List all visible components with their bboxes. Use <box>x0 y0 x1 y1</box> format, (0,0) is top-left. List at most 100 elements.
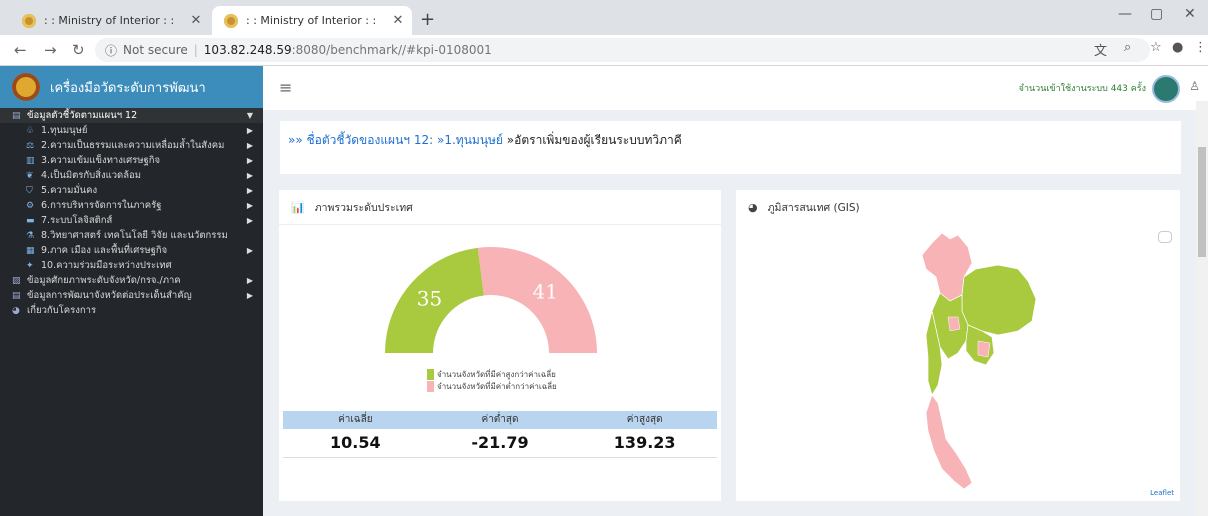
chart-icon: ▨ <box>12 275 21 286</box>
sidebar-item[interactable]: ♧ 1.ทุนมนุษย์ ▶ <box>0 123 263 138</box>
leaflet-attribution[interactable]: Leaflet <box>1150 489 1174 497</box>
minimize-icon[interactable]: — <box>1118 6 1132 22</box>
browser-tab[interactable]: : : Ministry of Interior : : ✕ <box>10 6 210 35</box>
caret-right-icon: ▶ <box>246 141 253 150</box>
caret-right-icon: ▶ <box>246 246 253 255</box>
info-icon[interactable]: ⓘ <box>105 42 117 59</box>
caret-right-icon: ▶ <box>246 216 253 225</box>
chart-data-label: 41 <box>533 280 558 304</box>
stat-header-max: ค่าสูงสุด <box>626 414 663 425</box>
overview-panel: 📊 ภาพรวมระดับประเทศ 35 41 จำนวนจังหวัดที่… <box>279 190 721 501</box>
address-bar: ← → ↻ ⓘ Not secure | 103.82.248.59 :8080… <box>0 35 1208 66</box>
handshake-icon: ✦ <box>26 260 34 271</box>
sidebar-item[interactable]: ▬ 7.ระบบโลจิสติกส์ ▶ <box>0 213 263 228</box>
sidebar-item[interactable]: ❦ 4.เป็นมิตรกับสิ่งแวดล้อม ▶ <box>0 168 263 183</box>
map-province-central-low <box>947 316 961 332</box>
sidebar-item-label: 10.ความร่วมมือระหว่างประเทศ <box>41 260 172 271</box>
scrollbar-thumb[interactable] <box>1198 147 1206 257</box>
leaf-icon: ❦ <box>26 170 34 181</box>
stat-header-mean: ค่าเฉลี่ย <box>338 414 373 425</box>
people-icon: ♧ <box>26 125 35 136</box>
caret-right-icon: ▶ <box>246 291 253 300</box>
forward-icon[interactable]: → <box>44 41 57 59</box>
sidebar-item[interactable]: ⚙ 6.การบริหารจัดการในภาครัฐ ▶ <box>0 198 263 213</box>
globe-icon: ◕ <box>748 200 758 214</box>
document-icon: ▤ <box>12 110 21 121</box>
ministry-logo <box>12 73 40 101</box>
browser-tab-bar: : : Ministry of Interior : : ✕ : : Minis… <box>0 0 1208 35</box>
thailand-map[interactable] <box>736 225 1180 495</box>
sidebar-item-label: ข้อมูลศักยภาพระดับจังหวัด/กรจ./ภาค <box>27 275 181 286</box>
sidebar-item[interactable]: ▦ 9.ภาค เมือง และพื้นที่เศรษฐกิจ ▶ <box>0 243 263 258</box>
avatar[interactable] <box>1152 75 1180 103</box>
browser-menu-icon[interactable]: ⋮ <box>1194 40 1207 55</box>
gis-panel: ◕ ภูมิสารสนเทศ (GIS) Leaflet <box>736 190 1180 501</box>
caret-right-icon: ▶ <box>246 126 253 135</box>
hamburger-menu-icon[interactable]: ≡ <box>279 78 292 97</box>
brand-header[interactable]: เครื่องมือวัดระดับการพัฒนา <box>0 66 263 108</box>
sidebar-menu: ▤ ข้อมูลตัวชี้วัดตามแผนฯ 12 ▼ ♧ 1.ทุนมนุษย์ ▶… <box>0 108 263 318</box>
kpi-title-box: »» ชื่อตัวชี้วัดของแผนฯ 12: »1.ทุนมนุษย์… <box>280 121 1181 174</box>
zoom-icon[interactable]: ⌕ <box>1124 40 1131 55</box>
sidebar-item-label: 4.เป็นมิตรกับสิ่งแวดล้อม <box>41 170 142 181</box>
translate-icon[interactable]: 文 <box>1094 40 1107 59</box>
sidebar-item-label: 6.การบริหารจัดการในภาครัฐ <box>41 200 162 211</box>
map-province-east-low <box>977 340 991 358</box>
brand-title: เครื่องมือวัดระดับการพัฒนา <box>50 80 206 96</box>
sidebar-item-label: เกี่ยวกับโครงการ <box>27 305 97 316</box>
caret-down-icon: ▼ <box>246 111 253 120</box>
main-content: ≡ จำนวนเข้าใช้งานระบบ 443 ครั้ง ♙ »» ชื่… <box>263 66 1208 516</box>
stats-table: ค่าเฉลี่ย ค่าต่ำสุด ค่าสูงสุด 10.54 -21.… <box>283 411 717 458</box>
window-close-icon[interactable]: ✕ <box>1184 6 1196 22</box>
sidebar-item-label: 9.ภาค เมือง และพื้นที่เศรษฐกิจ <box>41 245 168 256</box>
maximize-icon[interactable]: ▢ <box>1150 6 1163 22</box>
legend-item: จำนวนจังหวัดที่มีค่าสูงกว่าค่าเฉลี่ย <box>427 368 557 380</box>
globe-icon: ◕ <box>12 305 20 316</box>
new-tab-icon[interactable]: + <box>420 9 435 30</box>
caret-right-icon: ▶ <box>246 171 253 180</box>
page-scrollbar[interactable] <box>1196 101 1208 516</box>
sidebar-item-label: 3.ความเข้มแข็งทางเศรษฐกิจ <box>41 155 161 166</box>
close-tab-icon[interactable]: ✕ <box>388 13 408 28</box>
caret-right-icon: ▶ <box>246 186 253 195</box>
browser-tab-active[interactable]: : : Ministry of Interior : : ✕ <box>212 6 412 35</box>
caret-right-icon: ▶ <box>246 156 253 165</box>
tab-title: : : Ministry of Interior : : <box>246 14 377 27</box>
url-field[interactable]: ⓘ Not secure | 103.82.248.59 :8080/bench… <box>95 38 1150 62</box>
reload-icon[interactable]: ↻ <box>72 41 85 59</box>
sidebar-item[interactable]: ⛉ 5.ความมั่นคง ▶ <box>0 183 263 198</box>
url-separator: | <box>193 43 198 57</box>
flask-icon: ⚗ <box>26 230 35 241</box>
gear-icon: ⚙ <box>26 200 35 211</box>
sidebar-item-label: 7.ระบบโลจิสติกส์ <box>41 215 113 226</box>
chart-legend: จำนวนจังหวัดที่มีค่าสูงกว่าค่าเฉลี่ย จำน… <box>427 368 557 392</box>
close-tab-icon[interactable]: ✕ <box>186 13 206 28</box>
sidebar-item[interactable]: ◕ เกี่ยวกับโครงการ <box>0 303 263 318</box>
chart-data-label: 35 <box>417 287 442 311</box>
map-region-northeast <box>961 264 1037 336</box>
security-status: Not secure <box>123 43 188 57</box>
sidebar-item[interactable]: ✦ 10.ความร่วมมือระหว่างประเทศ <box>0 258 263 273</box>
sidebar-item-label: ข้อมูลตัวชี้วัดตามแผนฯ 12 <box>27 110 138 121</box>
back-icon[interactable]: ← <box>14 41 27 59</box>
sidebar-item[interactable]: ⚖ 2.ความเป็นธรรมและความเหลื่อมล้ำในสังคม ▶ <box>0 138 263 153</box>
sidebar-item-label: 8.วิทยาศาสตร์ เทคโนโลยี วิจัย และนวัตกรร… <box>41 230 228 241</box>
sidebar-item[interactable]: ⚗ 8.วิทยาศาสตร์ เทคโนโลยี วิจัย และนวัตกร… <box>0 228 263 243</box>
page-title: »อัตราเพิ่มของผู้เรียนระบบทวิภาคี <box>506 133 682 147</box>
visitor-count: จำนวนเข้าใช้งานระบบ 443 ครั้ง <box>1018 84 1146 94</box>
city-icon: ▦ <box>26 245 35 256</box>
breadcrumb-category[interactable]: »1.ทุนมนุษย์ <box>437 133 503 147</box>
sidebar-item[interactable]: ▨ ข้อมูลศักยภาพระดับจังหวัด/กรจ./ภาค ▶ <box>0 273 263 288</box>
favicon-icon <box>22 13 36 28</box>
user-icon[interactable]: ♙ <box>1189 79 1200 93</box>
sidebar-item[interactable]: ▤ ข้อมูลการพัฒนาจังหวัดต่อประเด็นสำคัญ ▶ <box>0 288 263 303</box>
profile-icon[interactable]: ● <box>1172 40 1183 55</box>
bookmark-star-icon[interactable]: ☆ <box>1150 40 1162 55</box>
breadcrumb-prefix[interactable]: »» ชื่อตัวชี้วัดของแผนฯ 12: <box>288 133 433 147</box>
sidebar-item[interactable]: ▤ ข้อมูลตัวชี้วัดตามแผนฯ 12 ▼ <box>0 108 263 123</box>
overview-heading: ภาพรวมระดับประเทศ <box>314 201 413 214</box>
sidebar-item[interactable]: ▥ 3.ความเข้มแข็งทางเศรษฐกิจ ▶ <box>0 153 263 168</box>
map-region-south <box>925 394 973 490</box>
caret-right-icon: ▶ <box>246 276 253 285</box>
url-host: 103.82.248.59 <box>203 43 292 57</box>
